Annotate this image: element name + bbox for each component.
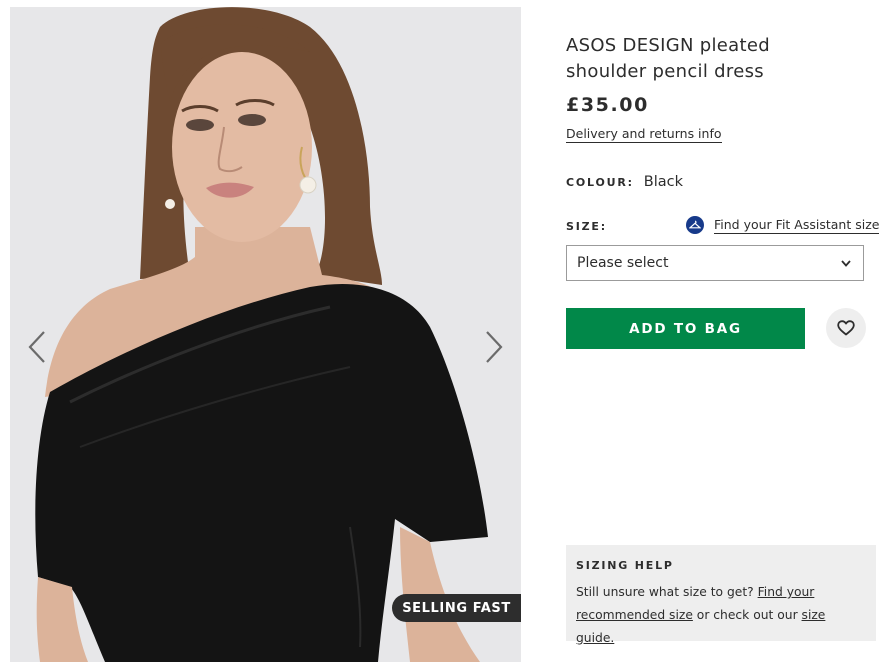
selling-fast-badge: SELLING FAST bbox=[392, 594, 521, 622]
size-select[interactable]: Please select bbox=[566, 245, 864, 281]
size-select-value: Please select bbox=[577, 255, 669, 271]
heart-icon bbox=[837, 320, 855, 336]
sizing-help-title: SIZING HELP bbox=[576, 559, 674, 572]
product-price: £35.00 bbox=[566, 94, 649, 116]
fit-assistant-text[interactable]: Find your Fit Assistant size bbox=[714, 217, 880, 234]
next-image-button[interactable] bbox=[477, 325, 511, 369]
product-image-gallery: SELLING FAST bbox=[10, 7, 521, 662]
colour-value: Black bbox=[643, 174, 684, 190]
sizing-help-text-1: Still unsure what size to get? bbox=[576, 585, 758, 599]
sizing-help-panel: SIZING HELP Still unsure what size to ge… bbox=[566, 545, 876, 645]
sizing-help-text: Still unsure what size to get? Find your… bbox=[576, 581, 866, 650]
colour-label: COLOUR: bbox=[566, 176, 634, 189]
save-for-later-button[interactable] bbox=[826, 308, 866, 348]
hanger-icon bbox=[686, 216, 704, 234]
chevron-down-icon bbox=[841, 259, 851, 267]
add-to-bag-button[interactable]: ADD TO BAG bbox=[566, 308, 805, 349]
delivery-returns-link[interactable]: Delivery and returns info bbox=[566, 126, 722, 143]
product-photo bbox=[10, 7, 521, 662]
size-label: SIZE: bbox=[566, 220, 607, 233]
fit-assistant-link[interactable]: Find your Fit Assistant size bbox=[686, 216, 880, 234]
product-brand: ASOS DESIGN bbox=[566, 35, 694, 56]
sizing-help-text-2: or check out our bbox=[692, 608, 802, 622]
colour-row: COLOUR: Black bbox=[566, 174, 683, 190]
product-title: ASOS DESIGN pleated shoulder pencil dres… bbox=[566, 33, 816, 85]
chevron-left-icon bbox=[28, 331, 45, 363]
chevron-right-icon bbox=[486, 331, 503, 363]
previous-image-button[interactable] bbox=[20, 325, 54, 369]
